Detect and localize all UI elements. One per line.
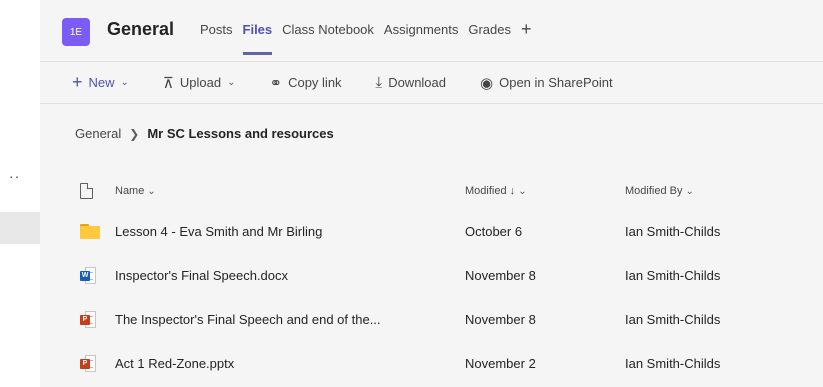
modified-by: Ian Smith-Childs bbox=[625, 355, 721, 371]
file-name[interactable]: Act 1 Red-Zone.pptx bbox=[115, 356, 465, 371]
left-rail: ·· bbox=[0, 0, 40, 387]
chevron-down-icon: ⌄ bbox=[685, 186, 694, 197]
sharepoint-label: Open in SharePoint bbox=[499, 75, 613, 90]
chevron-down-icon: ⌄ bbox=[120, 77, 129, 88]
download-label: Download bbox=[388, 75, 447, 90]
modified-by: Ian Smith-Childs bbox=[625, 311, 721, 327]
breadcrumb-current: Mr SC Lessons and resources bbox=[147, 126, 334, 141]
channel-title: General bbox=[107, 19, 175, 39]
plus-icon[interactable]: + bbox=[521, 20, 532, 38]
modified-date: November 8 bbox=[465, 311, 536, 327]
team-avatar[interactable]: 1E bbox=[62, 18, 90, 46]
tab-files[interactable]: Files bbox=[242, 22, 272, 55]
modified-date: October 6 bbox=[465, 223, 523, 239]
sharepoint-icon: ◉ bbox=[480, 74, 494, 92]
files-table: Name ⌄ Modified ↓ ⌄ Modified By ⌄ Lesson… bbox=[80, 173, 823, 385]
download-icon: ⤓ bbox=[375, 74, 383, 91]
file-name[interactable]: The Inspector's Final Speech and end of … bbox=[115, 312, 465, 327]
chevron-down-icon: ⌄ bbox=[147, 186, 156, 197]
channel-header: 1E General Posts Files Class Notebook As… bbox=[40, 0, 823, 62]
modified-column-header[interactable]: Modified ↓ ⌄ bbox=[465, 185, 625, 197]
modified-date: November 8 bbox=[465, 267, 536, 283]
modified-by: Ian Smith-Childs bbox=[625, 267, 721, 283]
channel-tabs: Posts Files Class Notebook Assignments G… bbox=[200, 20, 532, 55]
new-button[interactable]: + New ⌄ bbox=[72, 72, 129, 93]
open-in-sharepoint-button[interactable]: ◉ Open in SharePoint bbox=[480, 74, 613, 92]
name-column-header[interactable]: Name ⌄ bbox=[115, 185, 465, 197]
link-icon: ⚭ bbox=[269, 74, 283, 92]
tab-grades[interactable]: Grades bbox=[468, 22, 511, 37]
copy-link-label: Copy link bbox=[288, 75, 342, 90]
download-button[interactable]: ⤓ Download bbox=[376, 74, 446, 91]
file-icon bbox=[80, 183, 93, 199]
file-name[interactable]: Lesson 4 - Eva Smith and Mr Birling bbox=[115, 224, 465, 239]
upload-label: Upload bbox=[179, 75, 222, 90]
word-document-icon: W bbox=[80, 266, 96, 284]
sort-descending-icon: ↓ bbox=[509, 185, 516, 197]
new-label: New bbox=[88, 75, 115, 90]
table-row[interactable]: Lesson 4 - Eva Smith and Mr Birling Octo… bbox=[80, 209, 823, 253]
powerpoint-icon: P bbox=[80, 354, 96, 372]
tab-posts[interactable]: Posts bbox=[200, 22, 233, 37]
tab-class-notebook[interactable]: Class Notebook bbox=[282, 22, 374, 37]
upload-button[interactable]: ⊼ Upload ⌄ bbox=[163, 74, 236, 92]
tab-assignments[interactable]: Assignments bbox=[384, 22, 458, 37]
breadcrumb-root[interactable]: General bbox=[75, 126, 121, 141]
file-name[interactable]: Inspector's Final Speech.docx bbox=[115, 268, 465, 283]
table-row[interactable]: P The Inspector's Final Speech and end o… bbox=[80, 297, 823, 341]
more-options-icon[interactable]: ·· bbox=[9, 168, 20, 184]
upload-icon: ⊼ bbox=[162, 74, 174, 92]
files-toolbar: + New ⌄ ⊼ Upload ⌄ ⚭ Copy link ⤓ Downloa… bbox=[40, 62, 823, 104]
selected-channel-highlight[interactable] bbox=[0, 212, 40, 244]
table-row[interactable]: W Inspector's Final Speech.docx November… bbox=[80, 253, 823, 297]
chevron-down-icon: ⌄ bbox=[518, 186, 527, 197]
plus-icon: + bbox=[72, 72, 83, 92]
modified-by: Ian Smith-Childs bbox=[625, 223, 721, 239]
file-type-header[interactable] bbox=[80, 183, 115, 199]
folder-icon bbox=[80, 223, 100, 239]
modified-date: November 2 bbox=[465, 355, 536, 371]
table-header: Name ⌄ Modified ↓ ⌄ Modified By ⌄ bbox=[80, 173, 823, 209]
powerpoint-icon: P bbox=[80, 310, 96, 328]
modified-by-column-header[interactable]: Modified By ⌄ bbox=[625, 185, 785, 197]
breadcrumb: General ❯ Mr SC Lessons and resources bbox=[75, 126, 334, 141]
chevron-right-icon: ❯ bbox=[129, 126, 140, 141]
chevron-down-icon: ⌄ bbox=[227, 77, 236, 88]
copy-link-button[interactable]: ⚭ Copy link bbox=[270, 74, 342, 92]
table-row[interactable]: P Act 1 Red-Zone.pptx November 2 Ian Smi… bbox=[80, 341, 823, 385]
